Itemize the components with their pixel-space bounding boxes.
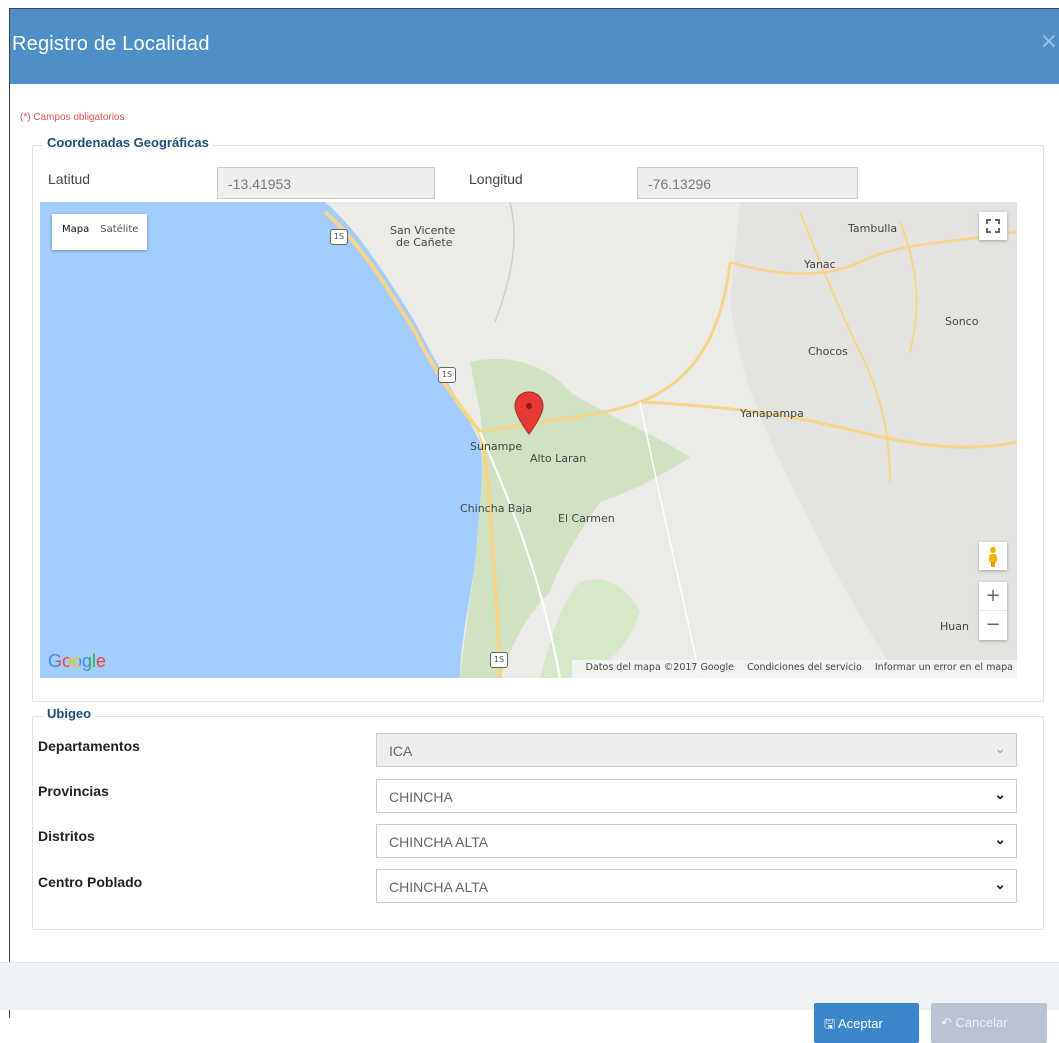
distritos-label: Distritos: [38, 828, 95, 844]
chevron-down-icon: ⌄: [994, 831, 1006, 847]
required-fields-note: (*) Campos obligatorios: [20, 112, 125, 123]
place-label: Sonco: [945, 315, 979, 328]
place-label: Tambulla: [848, 222, 898, 235]
place-label: de Cañete: [396, 236, 453, 249]
latitude-label: Latitud: [48, 171, 91, 187]
chevron-down-icon: ⌄: [994, 740, 1006, 756]
distritos-select[interactable]: CHINCHA ALTA ⌄: [376, 824, 1017, 858]
report-error-link[interactable]: Informar un error en el mapa: [875, 662, 1013, 673]
map-type-control: Mapa Satélite: [52, 214, 148, 250]
zoom-out-button[interactable]: −: [979, 611, 1007, 639]
map-view[interactable]: Mapa Satélite + − 1S 1S 1S San Vicente d…: [40, 202, 1017, 678]
map-type-map-button[interactable]: Mapa: [52, 214, 98, 250]
terms-link[interactable]: Condiciones del servicio: [747, 662, 862, 673]
google-logo: Google: [48, 651, 107, 671]
accept-button[interactable]: 🖫 Aceptar: [814, 1003, 919, 1043]
street-view-pegman-icon[interactable]: [979, 542, 1007, 570]
accept-label: Aceptar: [837, 1016, 883, 1031]
departamentos-select[interactable]: ICA ⌄: [376, 733, 1017, 767]
place-label: Chocos: [808, 345, 848, 358]
place-label: Yanapampa: [740, 407, 804, 420]
map-data-credit: Datos del mapa ©2017 Google: [585, 662, 734, 673]
fullscreen-icon[interactable]: [979, 212, 1007, 240]
place-label: Alto Laran: [530, 452, 587, 465]
modal-title: Registro de Localidad: [12, 33, 210, 55]
cancel-button[interactable]: ↶ Cancelar: [931, 1003, 1047, 1043]
zoom-in-button[interactable]: +: [979, 582, 1007, 611]
coordinates-legend: Coordenadas Geográficas: [43, 135, 213, 150]
place-label: El Carmen: [558, 512, 615, 525]
departamentos-label: Departamentos: [38, 738, 140, 754]
map-attribution: Datos del mapa ©2017 Google Condiciones …: [571, 660, 1017, 678]
zoom-control: + −: [979, 582, 1007, 640]
place-label: Sunampe: [470, 440, 523, 453]
close-icon[interactable]: ×: [1040, 29, 1058, 54]
ubigeo-legend: Ubigeo: [43, 706, 96, 721]
chevron-down-icon: ⌄: [994, 786, 1006, 802]
map-canvas[interactable]: [40, 202, 1017, 678]
cancel-label: Cancelar: [955, 1015, 1008, 1030]
chevron-down-icon: ⌄: [994, 876, 1006, 892]
highway-shield-icon: 1S: [330, 229, 348, 245]
highway-shield-icon: 1S: [490, 652, 508, 668]
map-type-satellite-button[interactable]: Satélite: [98, 214, 147, 250]
centro-poblado-label: Centro Poblado: [38, 874, 143, 890]
place-label: Chincha Baja: [460, 502, 533, 515]
centro-poblado-select[interactable]: CHINCHA ALTA ⌄: [376, 869, 1017, 903]
latitude-input[interactable]: -13.41953: [217, 167, 435, 199]
modal-header: Registro de Localidad ×: [10, 9, 1059, 84]
undo-arrow-icon: ↶: [941, 1015, 952, 1030]
provincias-select[interactable]: CHINCHA ⌄: [376, 779, 1017, 813]
longitude-input[interactable]: -76.13296: [637, 167, 858, 199]
longitude-label: Longitud: [469, 171, 523, 187]
save-icon: 🖫: [824, 1016, 836, 1031]
place-label: Yanac: [804, 258, 836, 271]
place-label: Huan: [940, 620, 969, 633]
highway-shield-icon: 1S: [438, 367, 456, 383]
provincias-label: Provincias: [38, 783, 109, 799]
